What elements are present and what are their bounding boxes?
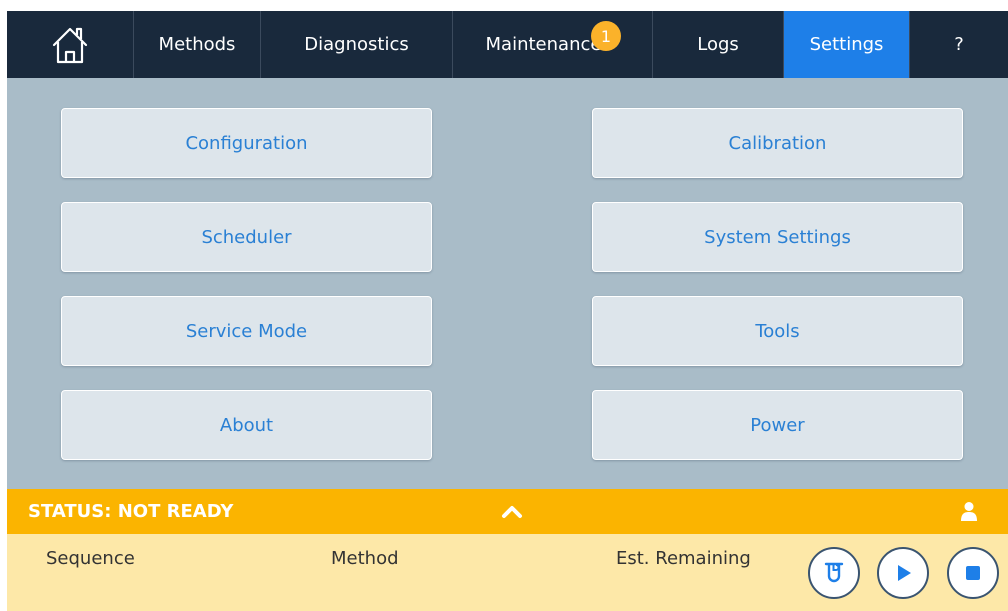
home-icon: [52, 27, 88, 63]
stop-icon: [966, 566, 980, 580]
configuration-button[interactable]: Configuration: [61, 108, 432, 178]
sample-vial-button[interactable]: [808, 547, 860, 599]
tab-logs[interactable]: Logs: [653, 11, 784, 78]
system-settings-button[interactable]: System Settings: [592, 202, 963, 272]
tab-diagnostics-label: Diagnostics: [304, 34, 409, 55]
tab-settings-label: Settings: [809, 34, 884, 55]
tab-diagnostics[interactable]: Diagnostics: [261, 11, 453, 78]
status-text: STATUS: NOT READY: [28, 501, 234, 522]
tab-methods-label: Methods: [158, 34, 236, 55]
tab-maintenance[interactable]: Maintenance 1: [453, 11, 653, 78]
play-button[interactable]: [877, 547, 929, 599]
notification-badge: 1: [591, 21, 621, 51]
calibration-button[interactable]: Calibration: [592, 108, 963, 178]
est-remaining-label: Est. Remaining: [616, 548, 751, 569]
about-button[interactable]: About: [61, 390, 432, 460]
tab-settings[interactable]: Settings: [784, 11, 910, 78]
tab-methods[interactable]: Methods: [134, 11, 261, 78]
tab-help[interactable]: ?: [910, 11, 1008, 78]
top-navigation: Methods Diagnostics Maintenance 1 Logs S…: [7, 11, 1008, 78]
chevron-up-icon[interactable]: [501, 503, 523, 519]
tools-button[interactable]: Tools: [592, 296, 963, 366]
scheduler-button[interactable]: Scheduler: [61, 202, 432, 272]
stop-button[interactable]: [947, 547, 999, 599]
run-panel: Sequence Method Est. Remaining: [7, 534, 1008, 611]
settings-menu: Configuration Scheduler Service Mode Abo…: [7, 78, 1008, 489]
tab-home[interactable]: [7, 11, 134, 78]
tab-help-label: ?: [954, 34, 964, 55]
tab-logs-label: Logs: [697, 34, 739, 55]
status-bar: STATUS: NOT READY: [7, 489, 1008, 534]
play-icon: [898, 565, 911, 581]
method-label: Method: [331, 548, 399, 569]
vial-icon: [824, 562, 844, 583]
tab-maintenance-label: Maintenance: [485, 34, 602, 55]
service-mode-button[interactable]: Service Mode: [61, 296, 432, 366]
power-button[interactable]: Power: [592, 390, 963, 460]
user-icon[interactable]: [960, 501, 978, 521]
sequence-label: Sequence: [46, 548, 135, 569]
